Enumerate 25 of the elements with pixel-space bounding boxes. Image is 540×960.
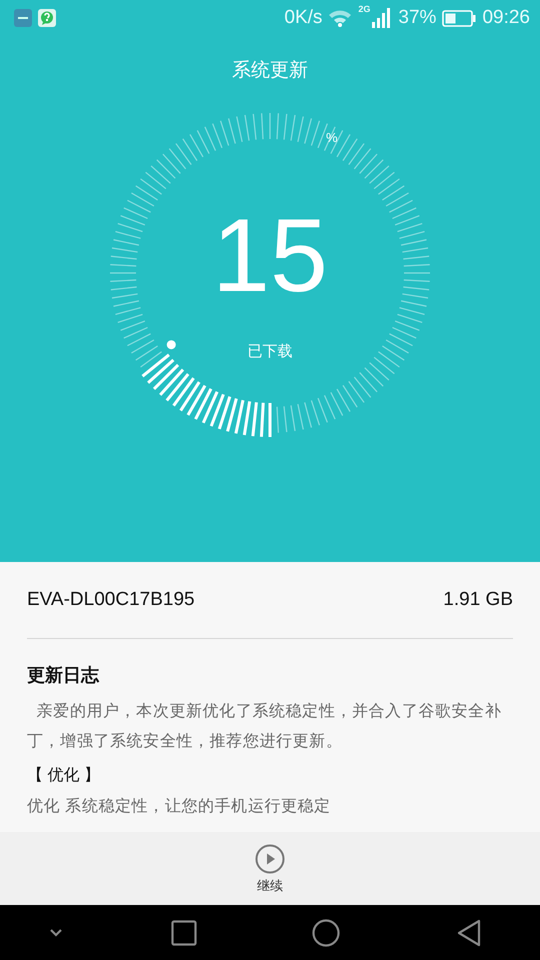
- network-speed: 0K/s: [284, 7, 322, 29]
- version-number: EVA-DL00C17B195: [27, 589, 195, 611]
- back-icon[interactable]: [456, 918, 482, 946]
- changelog-item: 优化 系统稳定性，让您的手机运行更稳定: [27, 798, 331, 815]
- chat-bubble-icon: [38, 9, 56, 27]
- continue-button[interactable]: 继续: [247, 832, 293, 905]
- battery-icon: [442, 10, 476, 26]
- package-size: 1.91 GB: [443, 589, 513, 611]
- clock-time: 09:26: [482, 7, 530, 29]
- screen-title: 系统更新: [232, 59, 308, 83]
- battery-percent: 37%: [398, 7, 436, 29]
- recent-apps-icon[interactable]: [170, 920, 197, 946]
- signal-icon: [372, 8, 392, 28]
- percent-value: 15: [212, 204, 328, 308]
- changelog-title: 更新日志: [27, 665, 99, 685]
- percent-unit: %: [326, 130, 338, 145]
- app-notification-icon: [14, 9, 32, 27]
- network-type: 2G: [358, 4, 370, 14]
- chevron-down-icon[interactable]: [49, 928, 64, 937]
- play-icon: [255, 844, 285, 874]
- wifi-icon: [328, 9, 352, 27]
- home-icon[interactable]: [312, 918, 340, 946]
- downloaded-label: 已下载: [248, 343, 292, 360]
- changelog-intro: 亲爱的用户，本次更新优化了系统稳定性，并合入了谷歌安全补丁，增强了系统安全性，推荐您进行更新。: [27, 702, 502, 752]
- section-heading: 【 优化 】: [27, 767, 100, 784]
